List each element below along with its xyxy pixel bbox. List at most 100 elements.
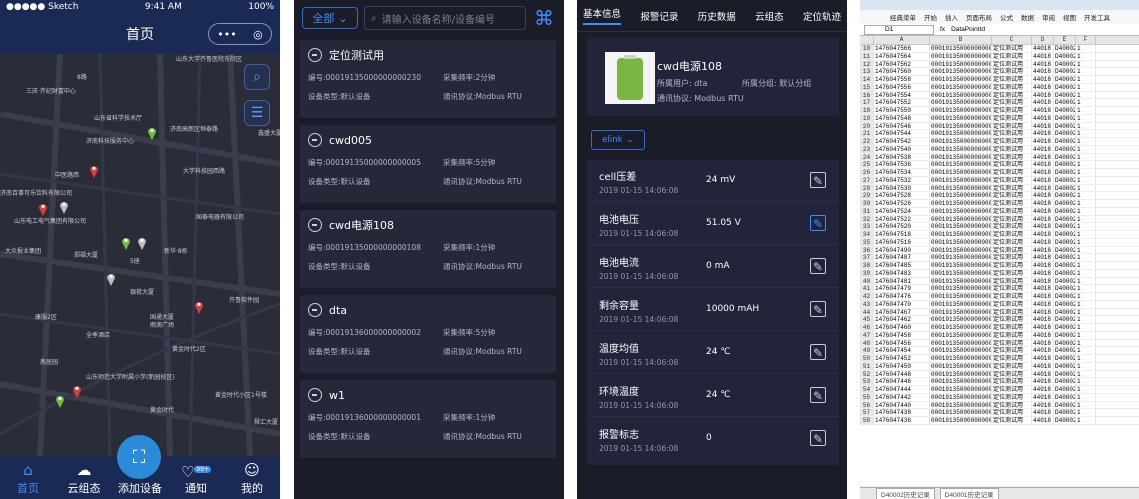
row-number[interactable]: 34 bbox=[860, 231, 874, 238]
table-cell[interactable]: 定位测试用 bbox=[992, 300, 1032, 308]
table-cell[interactable]: 1 bbox=[1076, 417, 1096, 424]
table-cell[interactable]: 1 bbox=[1076, 393, 1096, 401]
table-cell[interactable]: 定位测试用 bbox=[992, 130, 1032, 137]
table-cell[interactable]: D40002 bbox=[1054, 238, 1076, 246]
table-cell[interactable]: 定位测试用 bbox=[992, 223, 1032, 230]
table-cell[interactable]: 00019135000000000230 bbox=[930, 231, 992, 238]
table-cell[interactable]: 1 bbox=[1076, 300, 1096, 308]
table-cell[interactable]: 00019135000000000230 bbox=[930, 238, 992, 246]
table-cell[interactable]: D40002 bbox=[1054, 176, 1076, 184]
table-cell[interactable]: 44018 bbox=[1032, 370, 1054, 378]
table-cell[interactable]: 1 bbox=[1076, 401, 1096, 409]
table-cell[interactable]: 定位测试用 bbox=[992, 308, 1032, 316]
table-cell[interactable]: 1 bbox=[1076, 331, 1096, 339]
table-cell[interactable]: 00019135000000000230 bbox=[930, 215, 992, 223]
table-cell[interactable]: 1476047490 bbox=[874, 246, 930, 254]
table-cell[interactable]: 44018 bbox=[1032, 215, 1054, 223]
table-cell[interactable]: 1476047526 bbox=[874, 200, 930, 207]
table-cell[interactable]: 44018 bbox=[1032, 324, 1054, 331]
tab-home[interactable]: ⌂ 首页 bbox=[3, 460, 53, 496]
table-cell[interactable]: 44018 bbox=[1032, 246, 1054, 254]
column-header[interactable]: E bbox=[1054, 36, 1076, 44]
table-cell[interactable]: 1 bbox=[1076, 378, 1096, 385]
table-cell[interactable]: D40002 bbox=[1054, 169, 1076, 176]
table-cell[interactable]: 00019135000000000230 bbox=[930, 254, 992, 261]
table-cell[interactable]: 00019135000000000230 bbox=[930, 68, 992, 75]
table-cell[interactable]: D40002 bbox=[1054, 409, 1076, 416]
table-cell[interactable]: 00019135000000000230 bbox=[930, 370, 992, 378]
row-number[interactable]: 31 bbox=[860, 207, 874, 215]
table-cell[interactable]: 44018 bbox=[1032, 293, 1054, 300]
map-view[interactable]: 山东大学齐鲁医院东院区 三庆·齐纪财富中心 8路 山东省科学技术厅 济南高新区恒… bbox=[0, 54, 280, 456]
table-cell[interactable]: 00019135000000000230 bbox=[930, 355, 992, 362]
table-cell[interactable]: 44018 bbox=[1032, 331, 1054, 339]
table-cell[interactable]: 1476047544 bbox=[874, 130, 930, 137]
table-cell[interactable]: 1 bbox=[1076, 269, 1096, 277]
table-cell[interactable]: D40002 bbox=[1054, 145, 1076, 153]
map-pin-red[interactable] bbox=[38, 202, 48, 216]
table-cell[interactable]: 1 bbox=[1076, 262, 1096, 269]
tab-alarm-records[interactable]: 报警记录 bbox=[640, 9, 678, 23]
table-cell[interactable]: D40002 bbox=[1054, 153, 1076, 161]
table-cell[interactable]: D40002 bbox=[1054, 76, 1076, 83]
tab-basic-info[interactable]: 基本信息 bbox=[583, 6, 622, 25]
map-pin-green[interactable] bbox=[55, 394, 65, 408]
table-cell[interactable]: 1 bbox=[1076, 145, 1096, 153]
table-cell[interactable]: 定位测试用 bbox=[992, 339, 1032, 347]
edit-icon[interactable]: ✎ bbox=[810, 215, 826, 231]
table-cell[interactable]: 1476047528 bbox=[874, 192, 930, 199]
table-cell[interactable]: D40002 bbox=[1054, 324, 1076, 331]
table-cell[interactable]: 定位测试用 bbox=[992, 215, 1032, 223]
table-cell[interactable]: 1 bbox=[1076, 76, 1096, 83]
table-cell[interactable]: 44018 bbox=[1032, 393, 1054, 401]
row-number[interactable]: 41 bbox=[860, 285, 874, 292]
tab-mine[interactable]: ☺ 我的 bbox=[227, 460, 277, 496]
table-cell[interactable]: D40002 bbox=[1054, 207, 1076, 215]
table-cell[interactable]: 1476047518 bbox=[874, 231, 930, 238]
table-cell[interactable]: 1 bbox=[1076, 339, 1096, 347]
table-cell[interactable]: 定位测试用 bbox=[992, 285, 1032, 292]
table-cell[interactable]: 44018 bbox=[1032, 285, 1054, 292]
table-cell[interactable]: 1 bbox=[1076, 107, 1096, 114]
table-cell[interactable]: 1476047446 bbox=[874, 378, 930, 385]
column-header[interactable]: D bbox=[1032, 36, 1054, 44]
table-cell[interactable]: 1 bbox=[1076, 169, 1096, 176]
table-cell[interactable]: D40002 bbox=[1054, 91, 1076, 99]
table-cell[interactable]: 1476047548 bbox=[874, 114, 930, 122]
table-cell[interactable]: 00019135000000000230 bbox=[930, 285, 992, 292]
row-number[interactable]: 27 bbox=[860, 176, 874, 184]
table-cell[interactable]: 1 bbox=[1076, 176, 1096, 184]
table-cell[interactable]: 1 bbox=[1076, 254, 1096, 261]
table-cell[interactable]: 1 bbox=[1076, 324, 1096, 331]
table-cell[interactable]: 44018 bbox=[1032, 45, 1054, 52]
table-cell[interactable]: 1476047479 bbox=[874, 285, 930, 292]
row-number[interactable]: 14 bbox=[860, 76, 874, 83]
row-number[interactable]: 48 bbox=[860, 339, 874, 347]
table-cell[interactable]: 44018 bbox=[1032, 277, 1054, 285]
table-cell[interactable]: 1476047562 bbox=[874, 60, 930, 68]
table-cell[interactable]: 00019135000000000230 bbox=[930, 52, 992, 60]
table-cell[interactable]: 定位测试用 bbox=[992, 401, 1032, 409]
name-box[interactable]: D1 bbox=[864, 24, 934, 35]
table-cell[interactable]: 00019135000000000230 bbox=[930, 362, 992, 370]
table-cell[interactable]: 44018 bbox=[1032, 347, 1054, 354]
table-cell[interactable]: 1476047452 bbox=[874, 355, 930, 362]
table-cell[interactable]: 00019135000000000230 bbox=[930, 393, 992, 401]
table-cell[interactable]: 定位测试用 bbox=[992, 76, 1032, 83]
table-cell[interactable]: D40002 bbox=[1054, 378, 1076, 385]
table-cell[interactable]: 1 bbox=[1076, 285, 1096, 292]
row-number[interactable]: 53 bbox=[860, 378, 874, 385]
table-cell[interactable]: 44018 bbox=[1032, 339, 1054, 347]
tab-cloud[interactable]: ☁ 云组态 bbox=[59, 460, 109, 496]
row-number[interactable]: 16 bbox=[860, 91, 874, 99]
table-cell[interactable]: 1 bbox=[1076, 161, 1096, 168]
table-cell[interactable]: D40002 bbox=[1054, 300, 1076, 308]
tab-history-data[interactable]: 历史数据 bbox=[698, 9, 736, 23]
table-cell[interactable]: 定位测试用 bbox=[992, 231, 1032, 238]
table-cell[interactable]: 1476047536 bbox=[874, 161, 930, 168]
row-number[interactable]: 45 bbox=[860, 316, 874, 323]
table-cell[interactable]: 定位测试用 bbox=[992, 184, 1032, 192]
table-cell[interactable]: 定位测试用 bbox=[992, 176, 1032, 184]
gateway-dropdown[interactable]: elink ⌄ bbox=[591, 130, 645, 150]
ribbon-tab[interactable]: 页面布局 bbox=[966, 12, 992, 22]
